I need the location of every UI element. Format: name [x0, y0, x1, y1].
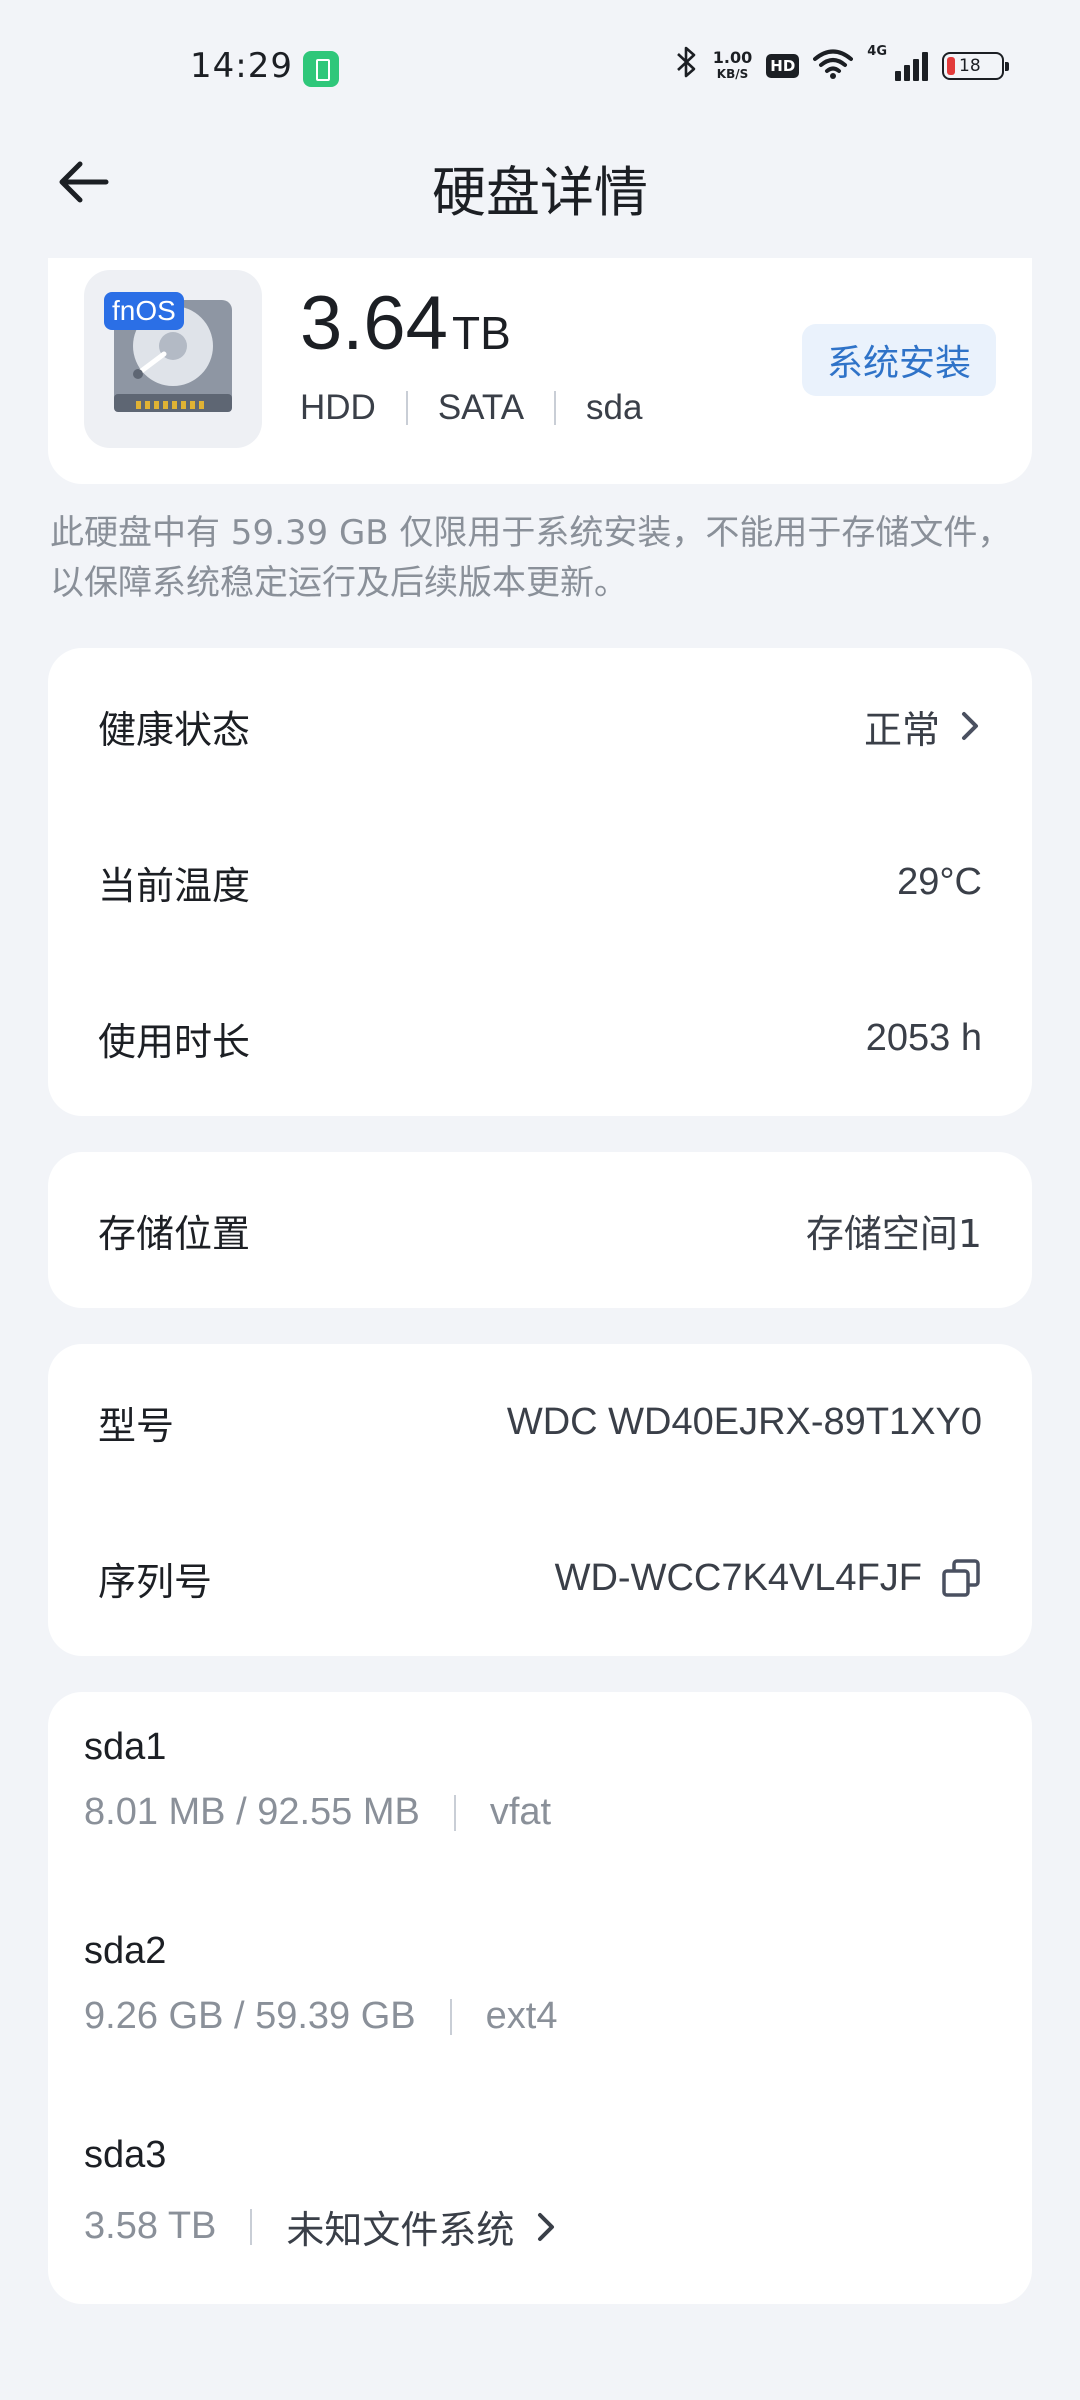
temperature-label: 当前温度	[98, 863, 251, 908]
serial-label: 序列号	[98, 1559, 213, 1604]
divider	[449, 1998, 452, 2035]
system-install-notice: 此硬盘中有 59.39 GB 仅限用于系统安装，不能用于存储文件，以保障系统稳定…	[50, 513, 1012, 603]
battery-saver-icon	[303, 51, 339, 87]
divider	[405, 391, 408, 425]
model-label: 型号	[98, 1403, 175, 1448]
hd-voice-icon: HD	[766, 54, 800, 78]
divider	[554, 391, 557, 425]
partition-name: sda3	[84, 2134, 167, 2176]
divider	[250, 2208, 253, 2245]
serial-row: 序列号 WD-WCC7K4VL4FJF	[98, 1538, 982, 1618]
disk-summary-card: fnOS 3.64 TB HDD SATA sda 系统安装	[48, 258, 1032, 484]
hard-disk-icon: fnOS	[84, 270, 262, 448]
bluetooth-icon	[675, 45, 699, 87]
disk-capacity-unit: TB	[452, 307, 511, 359]
temperature-row: 当前温度 29°C	[98, 842, 982, 922]
health-status-value: 正常	[863, 707, 940, 752]
disk-type: HDD	[300, 388, 376, 427]
health-status-label: 健康状态	[98, 707, 251, 752]
copy-icon[interactable]	[940, 1557, 982, 1599]
chevron-right-icon	[962, 712, 978, 740]
health-status-row[interactable]: 健康状态 正常	[98, 686, 982, 766]
partition-item: sda1 8.01 MB / 92.55 MB vfat	[84, 1726, 996, 1834]
partition-filesystem: vfat	[489, 1791, 552, 1833]
partition-item: sda3 3.58 TB 未知文件系统	[84, 2134, 996, 2254]
divider	[453, 1794, 456, 1831]
partition-item: sda2 9.26 GB / 59.39 GB ext4	[84, 1930, 996, 2038]
model-value: WDC WD40EJRX-89T1XY0	[506, 1400, 982, 1443]
partition-filesystem: ext4	[485, 1995, 558, 2037]
temperature-value: 29°C	[897, 860, 982, 903]
partition-name: sda2	[84, 1930, 167, 1972]
status-time: 14:29	[190, 46, 293, 86]
battery-icon: 18	[942, 52, 1009, 80]
network-speed: 1.00 KB/S	[712, 48, 753, 82]
chevron-right-icon	[538, 2212, 555, 2241]
page-title: 硬盘详情	[432, 161, 648, 224]
health-card: 健康状态 正常 当前温度 29°C 使用时长 2053 h	[48, 648, 1032, 1116]
app-header: 硬盘详情	[0, 130, 1080, 230]
partition-size: 9.26 GB / 59.39 GB	[84, 1995, 416, 2037]
partition-filesystem-link[interactable]: 未知文件系统	[286, 2199, 558, 2254]
status-icons: 1.00 KB/S HD 4G 18	[675, 44, 1009, 88]
storage-location-card: 存储位置 存储空间1	[48, 1152, 1032, 1308]
disk-interface: SATA	[437, 388, 525, 427]
storage-location-value: 存储空间1	[805, 1211, 982, 1256]
usage-time-value: 2053 h	[865, 1016, 982, 1059]
disk-capacity: 3.64	[300, 281, 448, 366]
usage-time-row: 使用时长 2053 h	[98, 998, 982, 1078]
network-type: 4G	[867, 44, 887, 59]
partition-name: sda1	[84, 1726, 167, 1768]
disk-meta: HDD SATA sda	[300, 388, 642, 428]
usage-time-label: 使用时长	[98, 1019, 251, 1064]
partition-size: 8.01 MB / 92.55 MB	[84, 1791, 420, 1833]
system-install-tag[interactable]: 系统安装	[802, 324, 996, 396]
device-info-card: 型号 WDC WD40EJRX-89T1XY0 序列号 WD-WCC7K4VL4…	[48, 1344, 1032, 1656]
storage-location-row: 存储位置 存储空间1	[98, 1190, 982, 1270]
status-bar: 14:29 1.00 KB/S HD 4G 18	[0, 0, 1080, 140]
fnos-badge: fnOS	[104, 292, 184, 330]
wifi-icon	[813, 48, 854, 84]
model-row: 型号 WDC WD40EJRX-89T1XY0	[98, 1382, 982, 1462]
partitions-card: sda1 8.01 MB / 92.55 MB vfat sda2 9.26 G…	[48, 1692, 1032, 2304]
partition-filesystem: 未知文件系统	[286, 2208, 515, 2252]
disk-device: sda	[586, 388, 643, 427]
serial-value: WD-WCC7K4VL4FJF	[554, 1556, 922, 1599]
partition-size: 3.58 TB	[84, 2205, 217, 2247]
storage-location-label: 存储位置	[98, 1211, 251, 1256]
signal-icon	[895, 51, 928, 81]
